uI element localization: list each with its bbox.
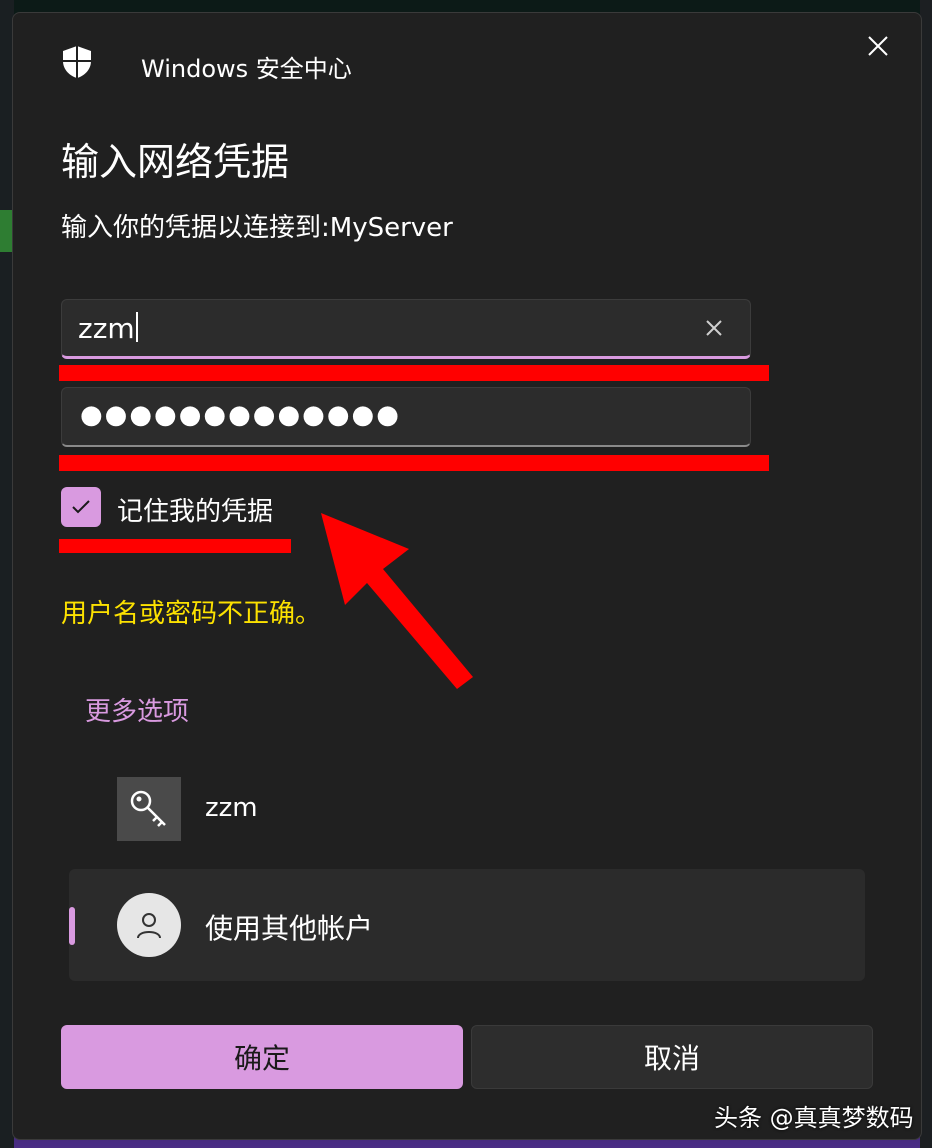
error-message: 用户名或密码不正确。: [61, 599, 322, 629]
use-other-account-item[interactable]: 使用其他帐户: [69, 869, 865, 981]
text-caret: [135, 312, 138, 342]
ok-button[interactable]: 确定: [61, 1025, 463, 1089]
annotation-underline-username: [59, 365, 769, 381]
account-item-zzm[interactable]: zzm: [117, 777, 517, 843]
account-name: zzm: [205, 793, 258, 823]
password-field[interactable]: ●●●●●●●●●●●●●: [61, 387, 751, 447]
annotation-arrow: [321, 513, 473, 689]
watermark: 头条 @真真梦数码: [714, 1104, 914, 1132]
annotation-underline-checkbox: [59, 539, 291, 553]
cancel-button[interactable]: 取消: [471, 1025, 873, 1089]
app-title: Windows 安全中心: [141, 55, 352, 83]
dialog-subheading: 输入你的凭据以连接到:MyServer: [61, 213, 453, 243]
checkmark-icon: [72, 500, 90, 514]
shield-icon: [61, 45, 93, 79]
key-icon: [117, 777, 181, 841]
close-button[interactable]: [861, 31, 895, 65]
username-value: zzm: [78, 312, 138, 345]
annotation-underline-password: [59, 455, 769, 471]
clear-icon: [706, 320, 722, 336]
clear-input-button[interactable]: [702, 316, 726, 340]
dialog-heading: 输入网络凭据: [61, 140, 290, 184]
title-bar: Windows 安全中心: [13, 13, 921, 103]
remember-label: 记住我的凭据: [117, 497, 274, 527]
person-icon: [117, 893, 181, 957]
password-value: ●●●●●●●●●●●●●: [80, 400, 401, 430]
username-field[interactable]: zzm: [61, 299, 751, 359]
remember-checkbox[interactable]: [61, 487, 101, 527]
more-options-link[interactable]: 更多选项: [85, 691, 189, 728]
credential-dialog: Windows 安全中心 输入网络凭据 输入你的凭据以连接到:MyServer …: [12, 12, 922, 1140]
selection-indicator: [69, 907, 75, 945]
close-icon: [867, 35, 889, 61]
use-other-account-label: 使用其他帐户: [205, 912, 374, 945]
